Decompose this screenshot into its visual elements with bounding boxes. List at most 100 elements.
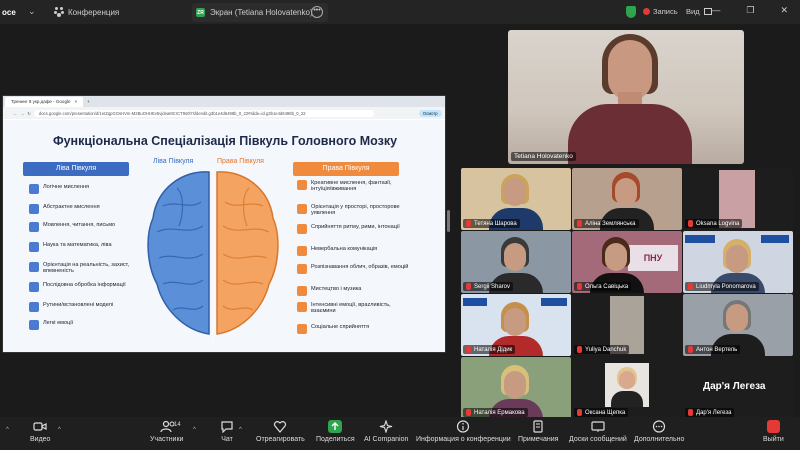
participant-tile[interactable]: Liudmyla Ponomarova: [683, 231, 793, 293]
meeting-info-button[interactable]: Информация о конференции: [416, 420, 511, 443]
participant-name-tag: Аліна Землянська: [574, 219, 639, 228]
leave-button[interactable]: Выйти: [763, 420, 784, 443]
list-item: Легкі емоції: [29, 320, 141, 330]
participant-name-tag: Дар'я Легеза: [685, 408, 735, 417]
chevron-down-icon[interactable]: ⌄: [28, 6, 36, 17]
whiteboard-label: Доски сообщений: [569, 436, 627, 443]
lightbulb-icon: [297, 180, 307, 190]
video-button[interactable]: Видео: [30, 420, 50, 443]
participant-name-tag: Liudmyla Ponomarova: [685, 282, 759, 291]
more-button[interactable]: Дополнительно: [634, 420, 684, 443]
compass-icon: [297, 204, 307, 214]
right-hemisphere-label: Права Півкуля: [217, 158, 264, 165]
reload-icon[interactable]: ↻: [27, 111, 31, 116]
left-hemisphere-label: Ліва Півкуля: [153, 158, 194, 165]
caret-up-icon[interactable]: ^: [58, 427, 61, 433]
participant-name-tag: Yuliya Danchuk: [574, 345, 630, 354]
mic-muted-icon: [688, 283, 693, 290]
notes-button[interactable]: Примечания: [518, 420, 558, 443]
shared-screen: Тренинг 8 укр.дафе - Google × + ← → ↻ do…: [2, 95, 446, 353]
participant-tile[interactable]: Аліна Землянська: [572, 168, 682, 230]
conference-label: Конференция: [68, 7, 120, 17]
top-bar: oce ⌄ Конференция ZR Экран (Tetiana Holo…: [0, 0, 800, 24]
active-speaker-video[interactable]: Tetiana Holovatenko: [508, 30, 744, 164]
record-label: Запись: [653, 7, 678, 16]
caret-up-icon[interactable]: ^: [239, 427, 242, 433]
close-icon[interactable]: ✕: [780, 5, 788, 16]
next-page-icon[interactable]: ›: [786, 286, 789, 297]
recording-indicator[interactable]: Запись: [643, 7, 678, 16]
back-icon[interactable]: ←: [13, 111, 17, 116]
react-label: Отреагировать: [256, 436, 305, 443]
participant-tile[interactable]: Наталія Ермакова: [461, 357, 571, 419]
screen-share-tab[interactable]: ZR Экран (Tetiana Holovatenko): [192, 3, 328, 22]
browser-share-button[interactable]: Осмотр: [418, 109, 442, 117]
participant-tile[interactable]: Антон Вертель: [683, 294, 793, 356]
participant-name: Наталія Ермакова: [474, 409, 525, 416]
whiteboard-icon: [591, 420, 605, 433]
whiteboards-button[interactable]: Доски сообщений: [569, 420, 627, 443]
participant-tile[interactable]: Наталія Дідик: [461, 294, 571, 356]
leave-icon: [766, 420, 780, 433]
browser-tab[interactable]: Тренинг 8 укр.дафе - Google ×: [5, 96, 84, 107]
react-button[interactable]: Отреагировать: [256, 420, 305, 443]
participants-count: 14: [174, 422, 181, 428]
list-item-text: Інтенсивні емоції, врazливість, взаємини: [311, 302, 391, 315]
conference-tab[interactable]: Конференция: [54, 7, 119, 17]
chat-label: Чат: [221, 436, 233, 443]
emotion-icon: [297, 302, 307, 312]
caret-up-icon[interactable]: ^: [193, 427, 196, 433]
logo-banner: [463, 298, 487, 306]
participant-tile[interactable]: Оксана Щепка: [572, 357, 682, 419]
list-item-text: Легкі емоції: [43, 320, 74, 326]
maximize-icon[interactable]: ❐: [746, 5, 754, 16]
security-shield-icon[interactable]: [626, 6, 636, 18]
split-resize-handle[interactable]: [447, 210, 450, 232]
video-camera-icon: [33, 420, 47, 433]
hands-icon: [297, 246, 307, 256]
presentation-slide: Функціональна Спеціалізація Півкуль Голо…: [3, 120, 445, 352]
mic-muted-icon: [688, 409, 693, 416]
list-item: Орієнтація на реальність, захист, впевне…: [29, 262, 141, 275]
repeat-icon: [29, 302, 39, 312]
list-item-text: Соціальне сприйняття: [311, 324, 370, 330]
caret-up-icon[interactable]: ^: [6, 427, 9, 433]
window-controls: — ❐ ✕: [711, 5, 788, 16]
list-item-text: Рутини/встановлені моделі: [43, 302, 114, 308]
browser-address-bar: ← → ↻ docs.google.com/presentation/d/1eI…: [3, 107, 445, 119]
ai-companion-button[interactable]: AI Companion: [364, 419, 409, 443]
chat-button[interactable]: Чат: [220, 420, 234, 443]
zoom-window: oce ⌄ Конференция ZR Экран (Tetiana Holo…: [0, 0, 800, 450]
view-button[interactable]: Вид: [686, 7, 712, 16]
share-button[interactable]: Поделиться: [316, 420, 355, 443]
list-item: Мистецтво і музика: [297, 286, 409, 296]
list-item-text: Розпізнавання облич, образів, емоцій: [311, 264, 409, 270]
more-options-icon[interactable]: •••: [311, 6, 323, 18]
ai-label: AI Companion: [364, 436, 409, 443]
list-item: Рутини/встановлені моделі: [29, 302, 141, 312]
participant-name-tag: Ольга Савіцька: [574, 282, 632, 291]
mic-muted-icon: [688, 346, 693, 353]
participant-name-tag: Антон Вертель: [685, 345, 741, 354]
list-item: Розпізнавання облич, образів, емоцій: [297, 264, 409, 274]
new-tab-icon[interactable]: +: [87, 99, 90, 104]
minimize-icon[interactable]: —: [711, 5, 720, 16]
speaker-name-tag: Tetiana Holovatenko: [511, 152, 576, 161]
browser-tab-strip: Тренинг 8 укр.дафе - Google × +: [3, 96, 445, 107]
tab-close-icon[interactable]: ×: [74, 99, 77, 104]
participant-name-tag: Наталія Ермакова: [463, 408, 528, 417]
participant-tile[interactable]: Oksana Logvina: [683, 168, 793, 230]
participant-tile[interactable]: ПНУ Ольга Савіцька: [572, 231, 682, 293]
participant-tile[interactable]: Sergii Sharov: [461, 231, 571, 293]
calculator-icon: [29, 242, 39, 252]
participant-tile[interactable]: Yuliya Danchuk: [572, 294, 682, 356]
speaker-name: Tetiana Holovatenko: [514, 153, 573, 160]
forward-icon[interactable]: →: [20, 111, 24, 116]
list-item-text: Абстрактне мислення: [43, 204, 100, 210]
list-item: Наука та математика, ліва: [29, 242, 141, 252]
url-field[interactable]: docs.google.com/presentation/d/1eIZqpGGs…: [33, 109, 374, 117]
paw-icon: [54, 7, 64, 17]
heart-react-icon: [273, 420, 287, 433]
list-item: Сприйняття ритму, рими, інтонації: [297, 224, 409, 234]
participant-tile[interactable]: Тетяна Шарова: [461, 168, 571, 230]
